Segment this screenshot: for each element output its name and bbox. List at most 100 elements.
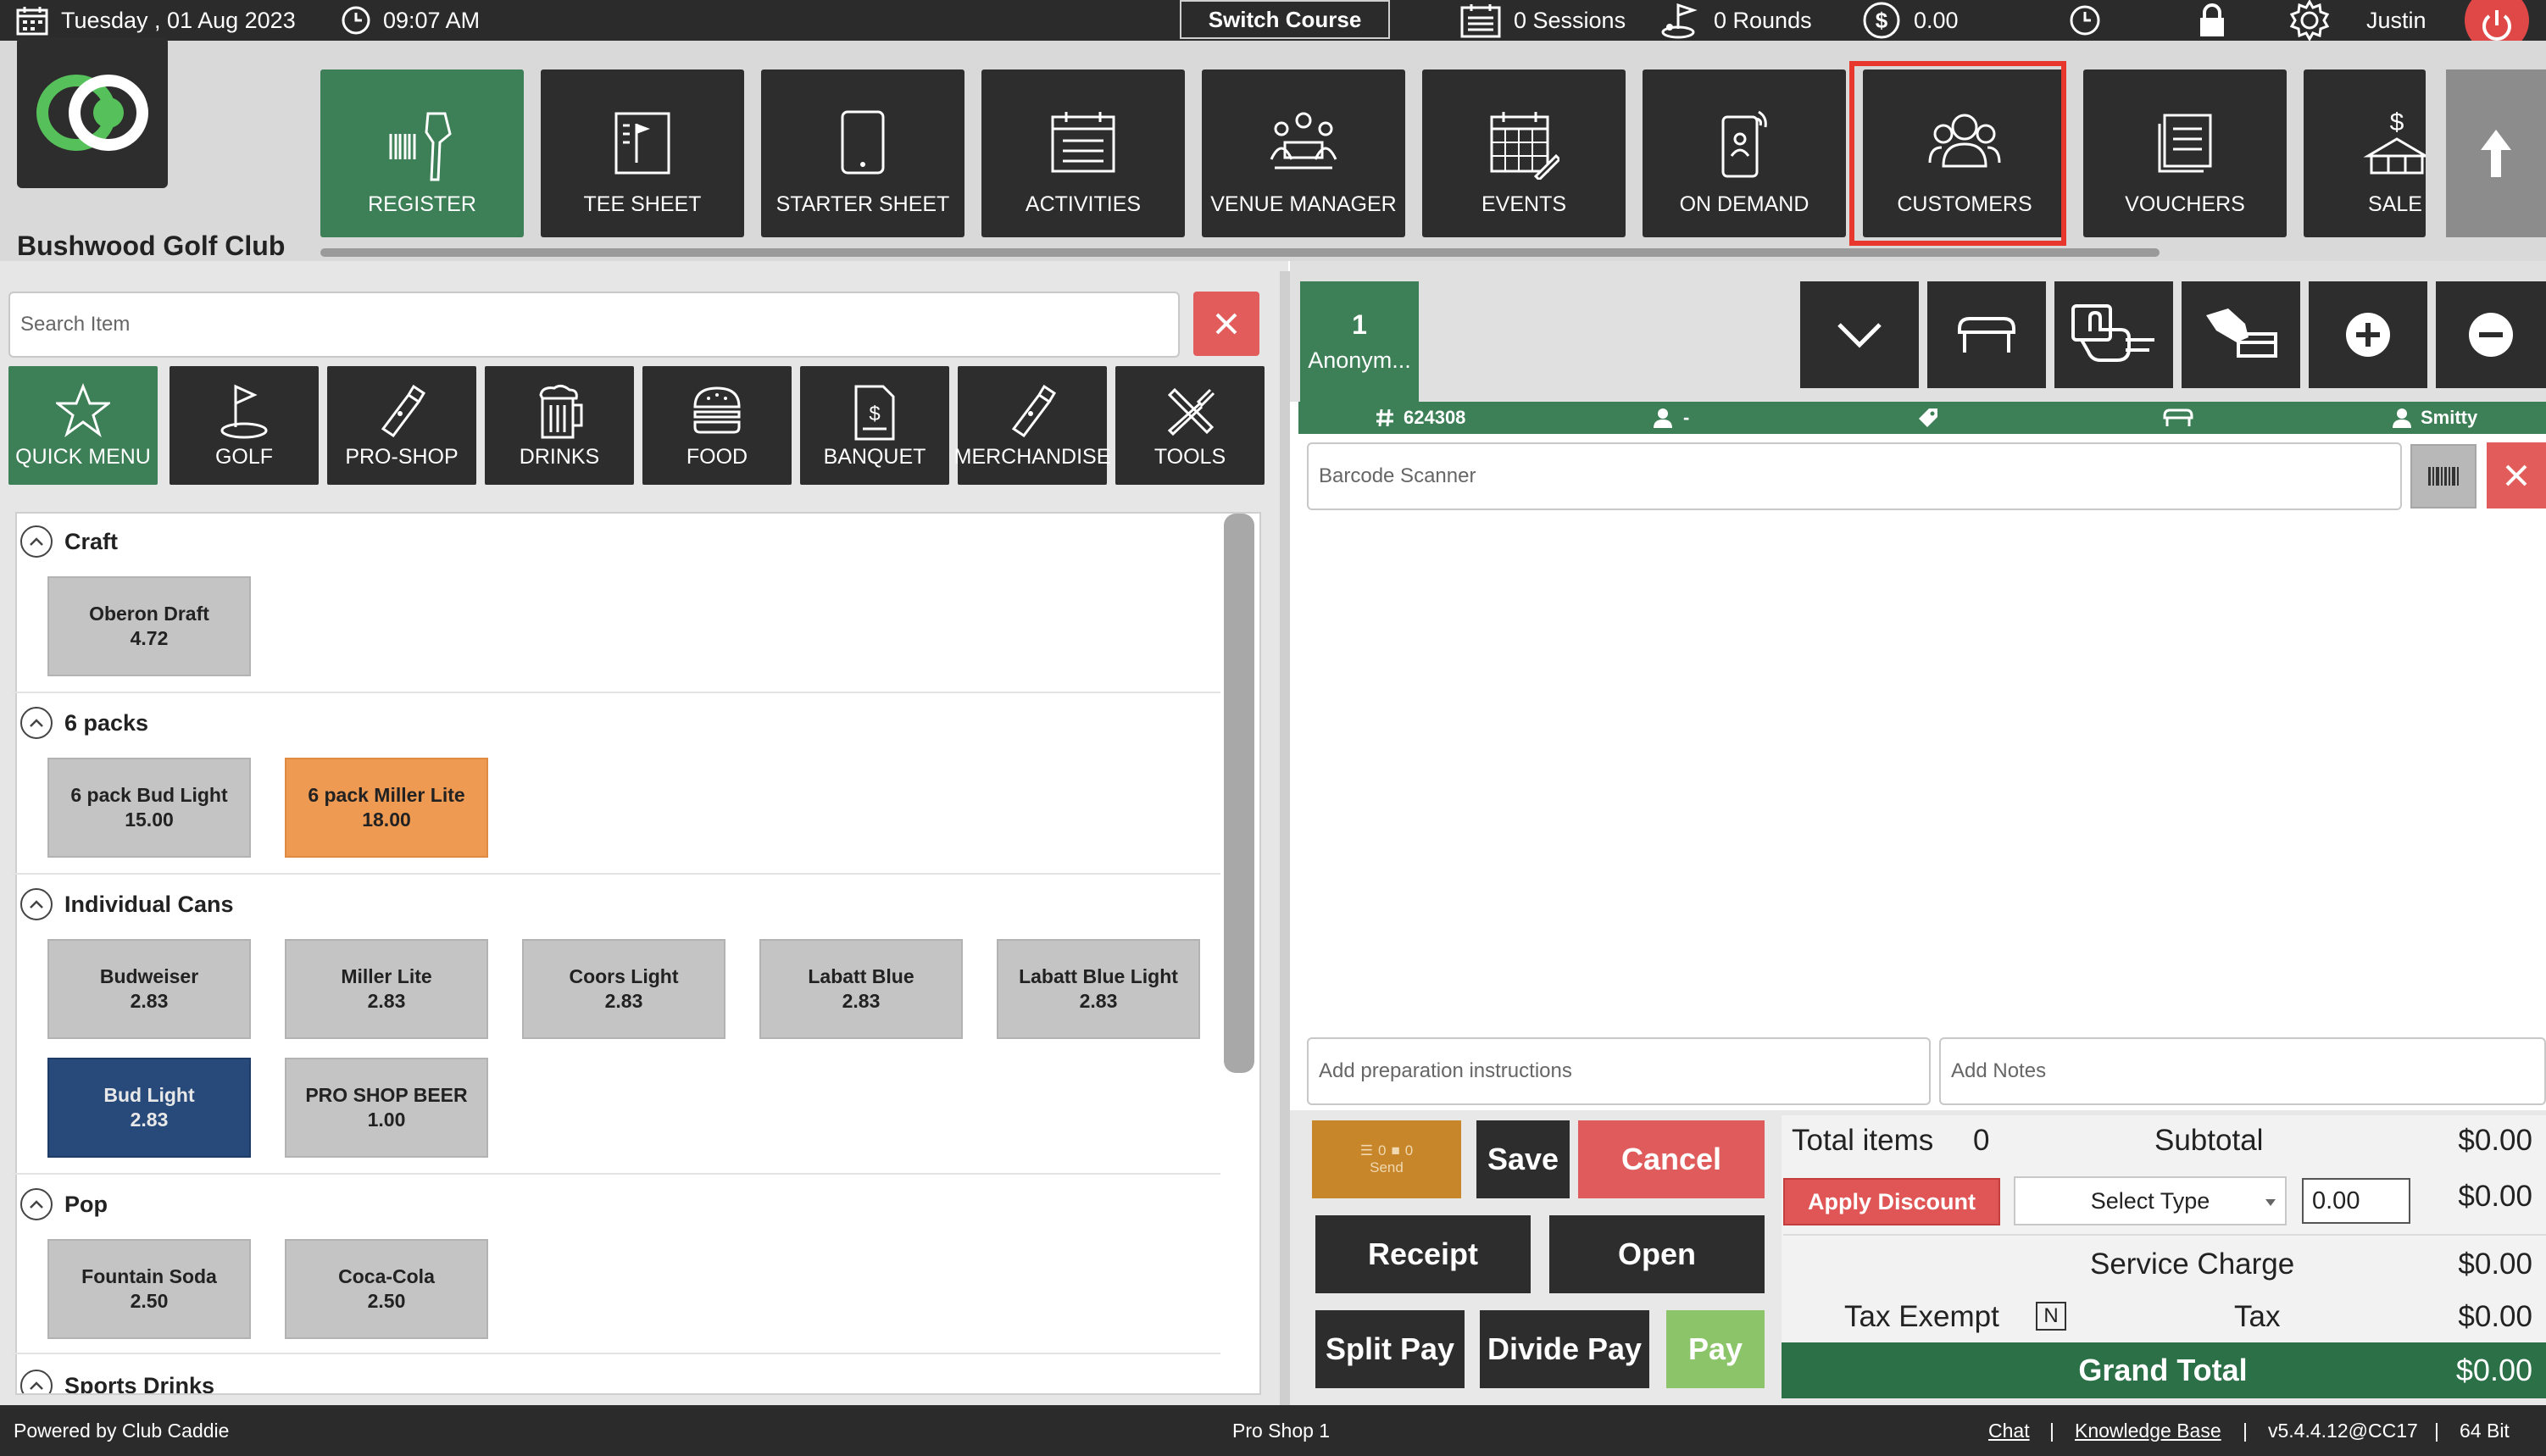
- nav-events[interactable]: EVENTS: [1422, 69, 1626, 237]
- star-icon: [56, 383, 110, 437]
- menu-item-oberon-draft[interactable]: Oberon Draft 4.72: [47, 576, 251, 676]
- section-header-craft[interactable]: Craft: [20, 525, 118, 558]
- chevron-up-icon[interactable]: [20, 1370, 53, 1393]
- item-name: 6 pack Miller Lite: [308, 784, 465, 806]
- search-item-input[interactable]: Search Item: [8, 292, 1180, 358]
- merchandise-icon: [1011, 384, 1057, 437]
- tee-sheet-icon: [614, 112, 670, 175]
- nav-sale[interactable]: $ SALE: [2304, 69, 2426, 237]
- sessions-indicator[interactable]: 0 Sessions: [1459, 0, 1626, 41]
- cash-balance[interactable]: $ 0.00: [1861, 0, 1959, 41]
- pay-hand-button[interactable]: [2182, 281, 2300, 388]
- menu-item-labatt-blue[interactable]: Labatt Blue 2.83: [759, 939, 963, 1039]
- send-button[interactable]: ☰ 0 ■ 0 Send: [1312, 1120, 1461, 1198]
- clock-in-button[interactable]: [2068, 0, 2114, 41]
- chevron-up-icon[interactable]: [20, 707, 53, 739]
- menu-item-fountain-soda[interactable]: Fountain Soda 2.50: [47, 1239, 251, 1339]
- category-drinks[interactable]: DRINKS: [485, 366, 634, 485]
- nav-starter-sheet[interactable]: STARTER SHEET: [761, 69, 964, 237]
- divide-pay-button[interactable]: Divide Pay: [1480, 1310, 1649, 1388]
- menu-item-6-pack-miller-lite[interactable]: 6 pack Miller Lite 18.00: [285, 758, 488, 858]
- search-clear-button[interactable]: [1193, 292, 1259, 356]
- chevron-up-icon[interactable]: [20, 525, 53, 558]
- barcode-clear-button[interactable]: [2487, 442, 2546, 508]
- receipt-button[interactable]: Receipt: [1315, 1215, 1531, 1293]
- chevron-up-icon[interactable]: [20, 888, 53, 920]
- switch-course-button[interactable]: Switch Course: [1180, 0, 1390, 39]
- settings-button[interactable]: [2288, 0, 2343, 42]
- category-merchandise[interactable]: MERCHANDISE: [954, 366, 1110, 485]
- menu-item-pro-shop-beer[interactable]: PRO SHOP BEER 1.00: [285, 1058, 488, 1158]
- user-name[interactable]: Justin: [2366, 0, 2426, 41]
- save-button[interactable]: Save: [1476, 1120, 1570, 1198]
- menu-item-6-pack-bud-light[interactable]: 6 pack Bud Light 15.00: [47, 758, 251, 858]
- item-name: Miller Lite: [341, 965, 432, 987]
- svg-text:$: $: [2390, 108, 2404, 136]
- server-field[interactable]: Smitty: [2392, 402, 2477, 434]
- menu-scrollbar[interactable]: [1224, 514, 1254, 1073]
- lock-button[interactable]: [2197, 0, 2239, 41]
- chevron-up-icon[interactable]: [20, 1188, 53, 1220]
- section-header-pop[interactable]: Pop: [20, 1188, 108, 1220]
- nav-tee-sheet[interactable]: TEE SHEET: [541, 69, 744, 237]
- section-header-sports-drinks[interactable]: Sports Drinks: [20, 1370, 214, 1393]
- discount-value-input[interactable]: 0.00: [2302, 1178, 2410, 1224]
- cancel-button[interactable]: Cancel: [1578, 1120, 1765, 1198]
- open-button[interactable]: Open: [1549, 1215, 1765, 1293]
- notes-input[interactable]: Add Notes: [1939, 1037, 2546, 1105]
- chat-link[interactable]: Chat: [1988, 1405, 2030, 1456]
- item-name: Coors Light: [569, 965, 679, 987]
- dollar-circle-icon: $: [1863, 2, 1900, 39]
- category-banquet[interactable]: $ BANQUET: [800, 366, 949, 485]
- apply-discount-button[interactable]: Apply Discount: [1783, 1178, 2000, 1225]
- nav-register[interactable]: REGISTER: [320, 69, 524, 237]
- category-quick-menu[interactable]: QUICK MENU: [8, 366, 158, 485]
- scroll-top-button[interactable]: [2446, 69, 2546, 237]
- category-food[interactable]: FOOD: [642, 366, 792, 485]
- total-items-value: 0: [1973, 1124, 1990, 1157]
- tax-exempt-toggle[interactable]: N: [2036, 1302, 2066, 1331]
- close-icon: [2505, 464, 2527, 486]
- collapse-tickets-button[interactable]: [1800, 281, 1919, 388]
- ticket-tab-1[interactable]: 1 Anonym...: [1300, 281, 1419, 402]
- pay-button[interactable]: Pay: [1666, 1310, 1765, 1388]
- menu-item-coors-light[interactable]: Coors Light 2.83: [522, 939, 725, 1039]
- transfer-item-button[interactable]: [2054, 281, 2173, 388]
- item-name: 6 pack Bud Light: [70, 784, 228, 806]
- nav-activities[interactable]: ACTIVITIES: [981, 69, 1185, 237]
- panel-splitter[interactable]: [1280, 271, 1290, 1407]
- tag-field[interactable]: [1917, 402, 1939, 434]
- split-pay-button[interactable]: Split Pay: [1315, 1310, 1465, 1388]
- menu-item-labatt-blue-light[interactable]: Labatt Blue Light 2.83: [997, 939, 1200, 1039]
- barcode-scanner-icon: [389, 112, 452, 181]
- tab-number: 1: [1352, 309, 1367, 340]
- tablet-icon: [841, 110, 885, 175]
- category-pro-shop[interactable]: PRO-SHOP: [327, 366, 476, 485]
- nav-scrollbar[interactable]: [320, 248, 2160, 257]
- nav-venue-manager[interactable]: VENUE MANAGER: [1202, 69, 1405, 237]
- nav-vouchers[interactable]: VOUCHERS: [2083, 69, 2287, 237]
- events-calendar-icon: [1490, 112, 1559, 180]
- category-tools[interactable]: TOOLS: [1115, 366, 1265, 485]
- menu-item-bud-light[interactable]: Bud Light 2.83: [47, 1058, 251, 1158]
- menu-item-miller-lite[interactable]: Miller Lite 2.83: [285, 939, 488, 1039]
- item-price: 2.50: [367, 1290, 406, 1312]
- customer-field[interactable]: -: [1653, 402, 1689, 434]
- table-field[interactable]: [2161, 402, 2195, 434]
- section-header-individual-cans[interactable]: Individual Cans: [20, 888, 234, 920]
- menu-item-coca-cola[interactable]: Coca-Cola 2.50: [285, 1239, 488, 1339]
- add-ticket-button[interactable]: [2309, 281, 2427, 388]
- discount-type-select[interactable]: Select Type: [2014, 1176, 2287, 1225]
- nav-on-demand[interactable]: ON DEMAND: [1643, 69, 1846, 237]
- menu-item-budweiser[interactable]: Budweiser 2.83: [47, 939, 251, 1039]
- barcode-scan-button[interactable]: [2410, 444, 2477, 508]
- rounds-indicator[interactable]: 0 Rounds: [1659, 0, 1812, 41]
- category-golf[interactable]: GOLF: [170, 366, 319, 485]
- table-button[interactable]: [1927, 281, 2046, 388]
- knowledge-base-link[interactable]: Knowledge Base: [2075, 1405, 2221, 1456]
- section-header-6-packs[interactable]: 6 packs: [20, 707, 148, 739]
- preparation-instructions-input[interactable]: Add preparation instructions: [1307, 1037, 1931, 1105]
- barcode-scanner-input[interactable]: Barcode Scanner: [1307, 442, 2402, 510]
- remove-ticket-button[interactable]: [2436, 281, 2546, 388]
- person-icon: [1654, 408, 1672, 428]
